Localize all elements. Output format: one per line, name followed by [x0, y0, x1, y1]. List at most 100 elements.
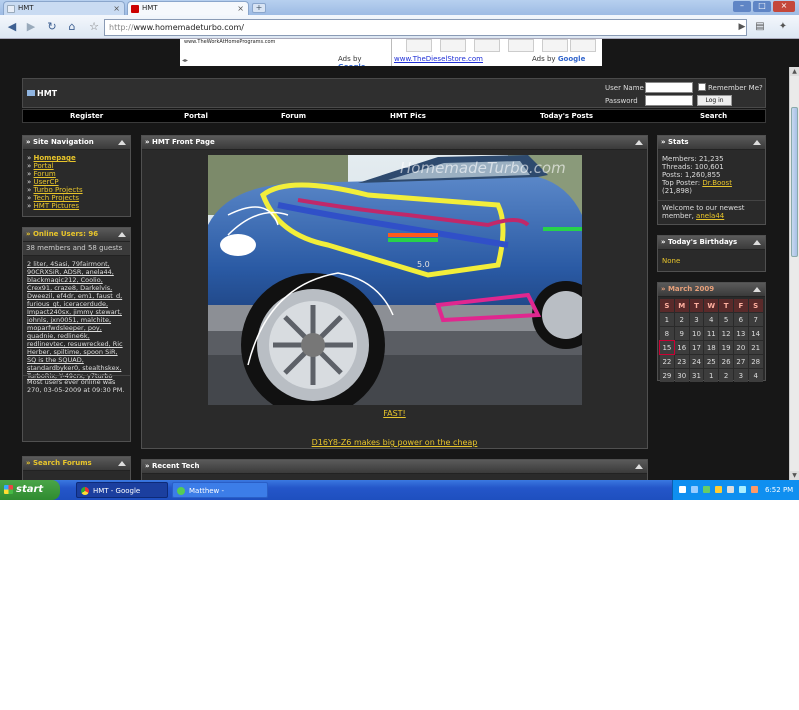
image-caption[interactable]: FAST!: [142, 409, 647, 418]
site-nav-hmt-pictures-link[interactable]: HMT Pictures: [34, 202, 80, 210]
collapse-arrow-icon[interactable]: [118, 232, 126, 237]
calendar-day[interactable]: 11: [704, 327, 719, 340]
article-link[interactable]: D16Y8-Z6 makes big power on the cheap: [142, 438, 647, 447]
calendar-day[interactable]: 5: [719, 313, 733, 326]
site-nav-usercp[interactable]: » UserCP: [27, 178, 126, 186]
password-input[interactable]: [645, 95, 693, 106]
ads-by-google-label[interactable]: Ads by Google: [532, 55, 585, 63]
page-menu-icon[interactable]: ▤: [752, 19, 768, 35]
front-page-car-image[interactable]: 5.0 HomemadeTurbo.com: [208, 155, 582, 405]
ad-thumbnail[interactable]: [406, 39, 432, 52]
site-nav-usercp-link[interactable]: UserCP: [34, 178, 59, 186]
calendar-day[interactable]: 21: [748, 341, 763, 354]
calendar-day-today[interactable]: 15: [659, 340, 675, 355]
security-icon[interactable]: [715, 486, 722, 493]
ad-1-url[interactable]: www.TheWorkAtHomePrograms.com: [184, 39, 275, 45]
page-scrollbar[interactable]: ▲ ▼: [789, 67, 799, 480]
minimize-icon[interactable]: –: [733, 1, 751, 12]
image-caption-link[interactable]: FAST!: [383, 409, 406, 418]
calendar-day[interactable]: 28: [748, 355, 763, 368]
bookmark-star-icon[interactable]: ☆: [86, 19, 102, 35]
tray-app-icon[interactable]: [751, 486, 758, 493]
taskbar-chrome-button[interactable]: HMT - Google Chrome: [76, 482, 168, 498]
collapse-arrow-icon[interactable]: [753, 240, 761, 245]
ad-block-1[interactable]: www.TheWorkAtHomePrograms.com ◂▸ Ads by …: [180, 39, 392, 71]
new-tab-button[interactable]: +: [252, 3, 266, 13]
site-nav-turbo-projects[interactable]: » Turbo Projects: [27, 186, 126, 194]
site-logo[interactable]: HMT: [27, 89, 57, 98]
calendar-day[interactable]: 9: [674, 327, 689, 340]
calendar-day[interactable]: 12: [719, 327, 733, 340]
calendar-day[interactable]: 10: [689, 327, 704, 340]
ad-2-url[interactable]: www.TheDieselStore.com: [394, 55, 483, 63]
calendar-day[interactable]: 17: [689, 341, 704, 354]
calendar-day[interactable]: 18: [704, 341, 719, 354]
help-icon[interactable]: [679, 486, 686, 493]
nav-portal[interactable]: Portal: [184, 112, 208, 120]
calendar-day[interactable]: 13: [733, 327, 748, 340]
collapse-arrow-icon[interactable]: [753, 287, 761, 292]
calendar-day[interactable]: 23: [674, 355, 689, 368]
nav-forum[interactable]: Forum: [281, 112, 306, 120]
start-button[interactable]: start: [0, 480, 60, 500]
calendar-day[interactable]: 1: [704, 369, 719, 382]
scroll-thumb[interactable]: [791, 107, 798, 257]
home-icon[interactable]: ⌂: [64, 19, 80, 35]
site-nav-hmt-pictures[interactable]: » HMT Pictures: [27, 202, 126, 210]
site-nav-tech-projects[interactable]: » Tech Projects: [27, 194, 126, 202]
site-nav-homepage-link[interactable]: Homepage: [34, 154, 76, 162]
calendar-day[interactable]: 30: [674, 369, 689, 382]
close-tab-icon[interactable]: ×: [237, 2, 244, 15]
collapse-arrow-icon[interactable]: [753, 140, 761, 145]
nav-hmt-pics[interactable]: HMT Pics: [390, 112, 426, 120]
calendar-day[interactable]: 4: [748, 369, 763, 382]
calendar-day[interactable]: 7: [748, 313, 763, 326]
scroll-up-icon[interactable]: ▲: [790, 67, 799, 76]
collapse-arrow-icon[interactable]: [635, 464, 643, 469]
collapse-arrow-icon[interactable]: [118, 461, 126, 466]
nav-search[interactable]: Search: [700, 112, 727, 120]
ad-thumbnail[interactable]: [474, 39, 500, 52]
scroll-down-icon[interactable]: ▼: [790, 471, 799, 480]
remember-me-checkbox[interactable]: [698, 83, 706, 91]
wireless-icon[interactable]: [727, 486, 734, 493]
login-button[interactable]: Log in: [697, 95, 732, 106]
wrench-icon[interactable]: ✦: [775, 19, 791, 35]
ad-thumbnail[interactable]: [542, 39, 568, 52]
ad-thumbnail[interactable]: [570, 39, 596, 52]
calendar-day[interactable]: 16: [674, 341, 689, 354]
ad-thumbnail[interactable]: [508, 39, 534, 52]
calendar-day[interactable]: 22: [660, 355, 674, 368]
back-arrow-icon[interactable]: ◀: [4, 19, 20, 35]
calendar-day[interactable]: 1: [660, 313, 674, 326]
messenger-tray-icon[interactable]: [703, 486, 710, 493]
top-poster-link[interactable]: Dr.Boost: [702, 179, 732, 187]
calendar-day[interactable]: 2: [719, 369, 733, 382]
calendar-day[interactable]: 8: [660, 327, 674, 340]
newest-member-link[interactable]: anela44: [696, 212, 724, 220]
username-input[interactable]: [645, 82, 693, 93]
calendar-day[interactable]: 14: [748, 327, 763, 340]
collapse-arrow-icon[interactable]: [635, 140, 643, 145]
close-tab-icon[interactable]: ×: [113, 2, 120, 15]
network-icon[interactable]: [691, 486, 698, 493]
ad-block-2[interactable]: www.TheDieselStore.com Ads by Google: [392, 39, 602, 66]
calendar-day[interactable]: 2: [674, 313, 689, 326]
browser-tab-1[interactable]: HMT ×: [3, 1, 125, 15]
site-nav-portal-link[interactable]: Portal: [34, 162, 54, 170]
maximize-icon[interactable]: □: [753, 1, 771, 12]
adchoices-icon[interactable]: ◂▸: [182, 57, 188, 64]
nav-todays-posts[interactable]: Today's Posts: [540, 112, 593, 120]
forward-arrow-icon[interactable]: ▶: [23, 19, 39, 35]
site-nav-portal[interactable]: » Portal: [27, 162, 126, 170]
site-nav-forum[interactable]: » Forum: [27, 170, 126, 178]
site-nav-tech-projects-link[interactable]: Tech Projects: [34, 194, 80, 202]
online-users-list[interactable]: 2 liter, 4Sasi, 79fairmont, 90CRXSiR, AD…: [23, 257, 130, 383]
calendar-day[interactable]: 4: [704, 313, 719, 326]
calendar-day[interactable]: 19: [719, 341, 733, 354]
calendar-day[interactable]: 29: [660, 369, 674, 382]
calendar-day[interactable]: 3: [733, 369, 748, 382]
volume-icon[interactable]: [739, 486, 746, 493]
calendar-day[interactable]: 24: [689, 355, 704, 368]
reload-icon[interactable]: ↻: [44, 19, 60, 35]
